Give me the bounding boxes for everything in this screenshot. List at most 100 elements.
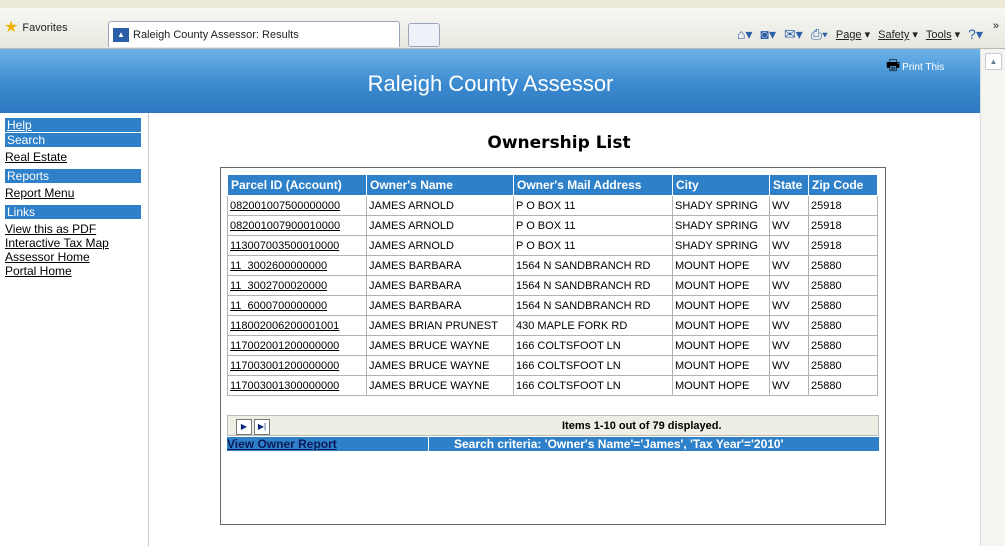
state-cell: WV: [769, 295, 809, 316]
parcel-id-link[interactable]: 11 3002700020000: [227, 275, 367, 296]
parcel-id-link[interactable]: 117003001300000000: [227, 375, 367, 396]
owner-name-cell: JAMES BARBARA: [366, 255, 514, 276]
sidebar-item-portal-home[interactable]: Portal Home: [5, 264, 148, 278]
table-row: 117003001200000000 JAMES BRUCE WAYNE 166 C…: [227, 355, 878, 376]
mail-address-cell: P O BOX 11: [513, 215, 673, 236]
printer-icon[interactable]: ⎙▾: [811, 26, 828, 43]
column-header[interactable]: Owner's Mail Address: [513, 174, 673, 196]
chevron-right-icon[interactable]: »: [993, 20, 999, 32]
parcel-id-link[interactable]: 082001007900010000: [227, 215, 367, 236]
state-cell: WV: [769, 215, 809, 236]
parcel-id-link[interactable]: 11 6000700000000: [227, 295, 367, 316]
sidebar-item-tax-map[interactable]: Interactive Tax Map: [5, 236, 148, 250]
city-cell: MOUNT HOPE: [672, 315, 770, 336]
mail-icon[interactable]: ✉▾: [784, 26, 803, 43]
tab-title: Raleigh County Assessor: Results: [133, 28, 299, 41]
help-icon[interactable]: ?▾: [968, 26, 983, 43]
table-row: 117002001200000000 JAMES BRUCE WAYNE 166 C…: [227, 335, 878, 356]
table-row: 082001007900010000 JAMES ARNOLD P O BOX 11…: [227, 215, 878, 236]
zip-cell: 25880: [808, 255, 878, 276]
parcel-id-link[interactable]: 082001007500000000: [227, 195, 367, 216]
vertical-scrollbar[interactable]: ▲: [980, 49, 1005, 546]
print-this-button[interactable]: 🖶 Print This: [886, 57, 945, 74]
state-cell: WV: [769, 335, 809, 356]
sidebar-item-assessor-home[interactable]: Assessor Home: [5, 250, 148, 264]
parcel-id-link[interactable]: 117002001200000000: [227, 335, 367, 356]
parcel-id-link[interactable]: 11 3002600000000: [227, 255, 367, 276]
city-cell: MOUNT HOPE: [672, 335, 770, 356]
column-header[interactable]: Zip Code: [808, 174, 878, 196]
owner-name-cell: JAMES BRUCE WAYNE: [366, 355, 514, 376]
search-criteria: Search criteria: 'Owner's Name'='James',…: [454, 437, 784, 451]
sidebar-item-view-pdf[interactable]: View this as PDF: [5, 222, 148, 236]
zip-cell: 25918: [808, 215, 878, 236]
items-count: Items 1-10 out of 79 displayed.: [562, 420, 722, 432]
owner-name-cell: JAMES BARBARA: [366, 295, 514, 316]
state-cell: WV: [769, 255, 809, 276]
parcel-id-link[interactable]: 113007003500010000: [227, 235, 367, 256]
page-content: Raleigh County Assessor 🖶 Print This Hel…: [0, 49, 981, 546]
results-footer: View Owner Report Search criteria: 'Owne…: [227, 437, 879, 451]
zip-cell: 25880: [808, 315, 878, 336]
new-tab-button[interactable]: [408, 23, 440, 47]
site-header: Raleigh County Assessor 🖶 Print This: [0, 49, 981, 113]
sidebar-help[interactable]: Help: [5, 118, 141, 132]
parcel-id-link[interactable]: 117003001200000000: [227, 355, 367, 376]
safety-menu[interactable]: Safety ▾: [878, 28, 918, 41]
favorites-button[interactable]: ★ Favorites: [4, 19, 68, 36]
state-cell: WV: [769, 375, 809, 396]
page-menu[interactable]: Page ▾: [836, 28, 870, 41]
owner-name-cell: JAMES BRUCE WAYNE: [366, 375, 514, 396]
zip-cell: 25880: [808, 375, 878, 396]
mail-address-cell: 166 COLTSFOOT LN: [513, 375, 673, 396]
browser-tab[interactable]: ▲ Raleigh County Assessor: Results: [108, 21, 400, 47]
state-cell: WV: [769, 275, 809, 296]
command-bar: ⌂▾ ◙▾ ✉▾ ⎙▾ Page ▾ Safety ▾ Tools ▾ ?▾: [737, 26, 983, 43]
favorites-label: Favorites: [22, 22, 68, 34]
mail-address-cell: P O BOX 11: [513, 195, 673, 216]
sidebar-header-search: Search: [5, 133, 141, 147]
owner-name-cell: JAMES BARBARA: [366, 275, 514, 296]
city-cell: MOUNT HOPE: [672, 295, 770, 316]
table-row: 11 3002600000000 JAMES BARBARA 1564 N SAND…: [227, 255, 878, 276]
mail-address-cell: 430 MAPLE FORK RD: [513, 315, 673, 336]
state-cell: WV: [769, 315, 809, 336]
sidebar-header-links: Links: [5, 205, 141, 219]
table-row: 117003001300000000 JAMES BRUCE WAYNE 166 C…: [227, 375, 878, 396]
parcel-id-link[interactable]: 118002006200001001: [227, 315, 367, 336]
printer-icon: 🖶: [886, 57, 901, 74]
column-header[interactable]: State: [769, 174, 809, 196]
view-owner-report-link[interactable]: View Owner Report: [227, 437, 337, 451]
sidebar-item-real-estate[interactable]: Real Estate: [5, 150, 148, 164]
footer-divider: [428, 437, 429, 451]
column-header[interactable]: City: [672, 174, 770, 196]
pager: ▶ ▶| Items 1-10 out of 79 displayed.: [227, 415, 879, 436]
owner-name-cell: JAMES BRUCE WAYNE: [366, 335, 514, 356]
zip-cell: 25918: [808, 235, 878, 256]
star-icon: ★: [4, 19, 19, 36]
zip-cell: 25880: [808, 355, 878, 376]
mail-address-cell: 166 COLTSFOOT LN: [513, 335, 673, 356]
mail-address-cell: 1564 N SANDBRANCH RD: [513, 255, 673, 276]
table-row: 11 6000700000000 JAMES BARBARA 1564 N SAND…: [227, 295, 878, 316]
city-cell: MOUNT HOPE: [672, 255, 770, 276]
print-label: Print This: [902, 62, 945, 73]
zip-cell: 25880: [808, 295, 878, 316]
tools-menu[interactable]: Tools ▾: [926, 28, 960, 41]
ownership-table: Parcel ID (Account) Owner's Name Owner's…: [227, 174, 878, 396]
favorites-bar: ★ Favorites ▲ Raleigh County Assessor: R…: [0, 8, 1005, 49]
feeds-icon[interactable]: ◙▾: [761, 26, 776, 43]
column-header[interactable]: Owner's Name: [366, 174, 514, 196]
home-icon[interactable]: ⌂▾: [737, 26, 752, 43]
city-cell: SHADY SPRING: [672, 215, 770, 236]
main-content: Ownership List Parcel ID (Account) Owner…: [149, 113, 981, 546]
next-page-icon[interactable]: ▶: [236, 419, 252, 435]
site-title: Raleigh County Assessor: [367, 71, 614, 96]
sidebar-item-report-menu[interactable]: Report Menu: [5, 186, 148, 200]
table-row: 113007003500010000 JAMES ARNOLD P O BOX 11…: [227, 235, 878, 256]
column-header[interactable]: Parcel ID (Account): [227, 174, 367, 196]
table-row: 118002006200001001 JAMES BRIAN PRUNEST 430…: [227, 315, 878, 336]
last-page-icon[interactable]: ▶|: [254, 419, 270, 435]
scroll-up-icon[interactable]: ▲: [985, 53, 1002, 70]
zip-cell: 25880: [808, 335, 878, 356]
